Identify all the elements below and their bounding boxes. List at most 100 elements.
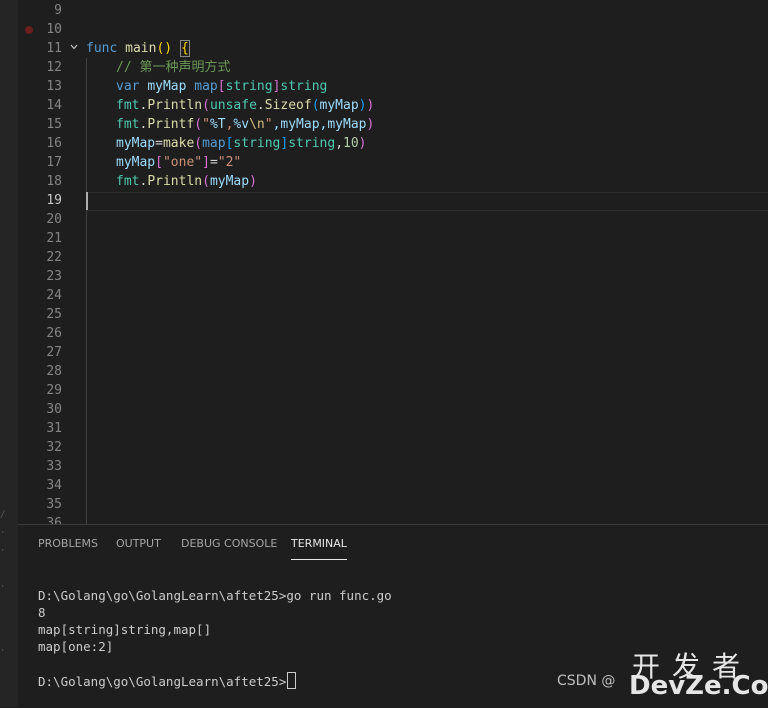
line-number: 34: [46, 478, 62, 493]
identifier: myMap: [319, 98, 359, 113]
line-number: 36: [46, 516, 62, 524]
bracket: ]: [202, 155, 210, 170]
line-number: 10: [46, 22, 62, 37]
terminal-line: map[one:2]: [38, 639, 114, 654]
paren: (: [311, 98, 320, 113]
line-number: 9: [54, 3, 62, 18]
panel-tabs: PROBLEMS OUTPUT DEBUG CONSOLE TERMINAL: [18, 525, 768, 561]
package: unsafe: [209, 98, 257, 113]
tab-problems[interactable]: PROBLEMS: [38, 537, 98, 559]
code-line-12: // 第一种声明方式: [116, 58, 230, 77]
line-number: 31: [46, 421, 62, 436]
current-line-highlight: [86, 192, 768, 211]
bracket: [: [217, 79, 226, 94]
paren: (): [156, 41, 173, 56]
text-cursor: [86, 192, 88, 210]
paren: (: [194, 136, 203, 151]
terminal-line: 8: [38, 605, 46, 620]
tab-debug-console[interactable]: DEBUG CONSOLE: [181, 537, 277, 559]
format-verb: %T: [209, 117, 226, 132]
string: "2": [217, 155, 242, 170]
function-call: Sizeof: [264, 98, 312, 113]
terminal-prompt[interactable]: D:\Golang\go\GolangLearn\aftet25>: [38, 672, 297, 689]
tab-terminal[interactable]: TERMINAL: [291, 537, 347, 560]
line-number: 12: [46, 60, 62, 75]
line-number: 25: [46, 307, 62, 322]
paren: ): [249, 174, 257, 189]
code-line-15: fmt.Printf("%T,%v\n",myMap,myMap): [116, 115, 374, 134]
code-line-18: fmt.Println(myMap): [116, 172, 257, 191]
type: string: [233, 136, 281, 151]
function-call: make: [162, 136, 195, 151]
line-number: 14: [46, 98, 62, 113]
keyword: var: [116, 79, 140, 94]
comment: // 第一种声明方式: [116, 60, 231, 75]
terminal-cursor: [287, 672, 297, 689]
string: ": [202, 117, 210, 132]
code-line-16: myMap=make(map[string]string,10): [116, 134, 367, 153]
package: fmt: [116, 174, 140, 189]
line-number: 27: [46, 345, 62, 360]
escape-sequence: \n: [249, 117, 265, 132]
line-number: 32: [46, 440, 62, 455]
chevron-down-icon[interactable]: [70, 43, 78, 51]
type: string: [225, 79, 273, 94]
identifier: ,myMap,myMap: [272, 117, 367, 132]
function-call: Println: [147, 98, 203, 113]
terminal-line: D:\Golang\go\GolangLearn\aftet25>go run …: [38, 588, 392, 603]
activity-mark: ·: [0, 582, 6, 592]
line-number: 33: [46, 459, 62, 474]
line-number: 21: [46, 231, 62, 246]
string: ": [264, 117, 273, 132]
line-number: 22: [46, 250, 62, 265]
paren: (: [194, 117, 203, 132]
paren: (: [202, 174, 210, 189]
tab-output[interactable]: OUTPUT: [116, 537, 161, 559]
package: fmt: [116, 98, 140, 113]
format-verb: %v: [233, 117, 250, 132]
function-call: Printf: [147, 117, 195, 132]
code-line-17: myMap["one"]="2": [116, 153, 241, 172]
line-number: 15: [46, 117, 62, 132]
operator: =: [155, 136, 163, 151]
code-line-13: var myMap map[string]string: [116, 77, 327, 96]
watermark: CSDN @ 开发者 DevZe.CoM: [547, 645, 768, 701]
code-line-14: fmt.Println(unsafe.Sizeof(myMap)): [116, 96, 374, 115]
activity-mark: /: [0, 510, 6, 520]
terminal-line: map[string]string,map[]: [38, 622, 212, 637]
line-number: 29: [46, 383, 62, 398]
identifier: myMap: [147, 79, 187, 94]
line-number: 30: [46, 402, 62, 417]
line-number: 11: [46, 41, 62, 56]
indent-guide: [86, 58, 87, 524]
code-line-11: func main() {: [86, 39, 190, 58]
function-call: Println: [147, 174, 203, 189]
identifier: myMap: [209, 174, 250, 189]
identifier: myMap: [116, 155, 156, 170]
line-number: 13: [46, 79, 62, 94]
keyword: func: [86, 41, 118, 56]
line-number: 17: [46, 155, 62, 170]
activity-mark: ·: [0, 546, 6, 556]
brace: {: [179, 40, 190, 57]
paren: ): [358, 136, 367, 151]
keyword: map: [194, 79, 218, 94]
line-number: 23: [46, 269, 62, 284]
keyword: map: [202, 136, 226, 151]
line-number: 24: [46, 288, 62, 303]
dot: .: [256, 98, 265, 113]
line-number: 16: [46, 136, 62, 151]
operator: =: [209, 155, 218, 170]
identifier: myMap: [116, 136, 156, 151]
paren: (: [202, 98, 210, 113]
code-editor[interactable]: 9 10 11 12 13 14 15 16 17 18 19 20 21 22 23 24 25 26 27 28 2…: [18, 0, 768, 524]
function-name: main: [125, 41, 157, 56]
activity-mark: ·: [0, 646, 6, 656]
type: string: [280, 79, 328, 94]
line-number: 20: [46, 212, 62, 227]
paren: ): [366, 98, 375, 113]
paren: ): [358, 98, 367, 113]
line-number: 26: [46, 326, 62, 341]
watermark-en: DevZe.CoM: [629, 671, 768, 701]
prompt-text: D:\Golang\go\GolangLearn\aftet25>: [38, 674, 287, 689]
